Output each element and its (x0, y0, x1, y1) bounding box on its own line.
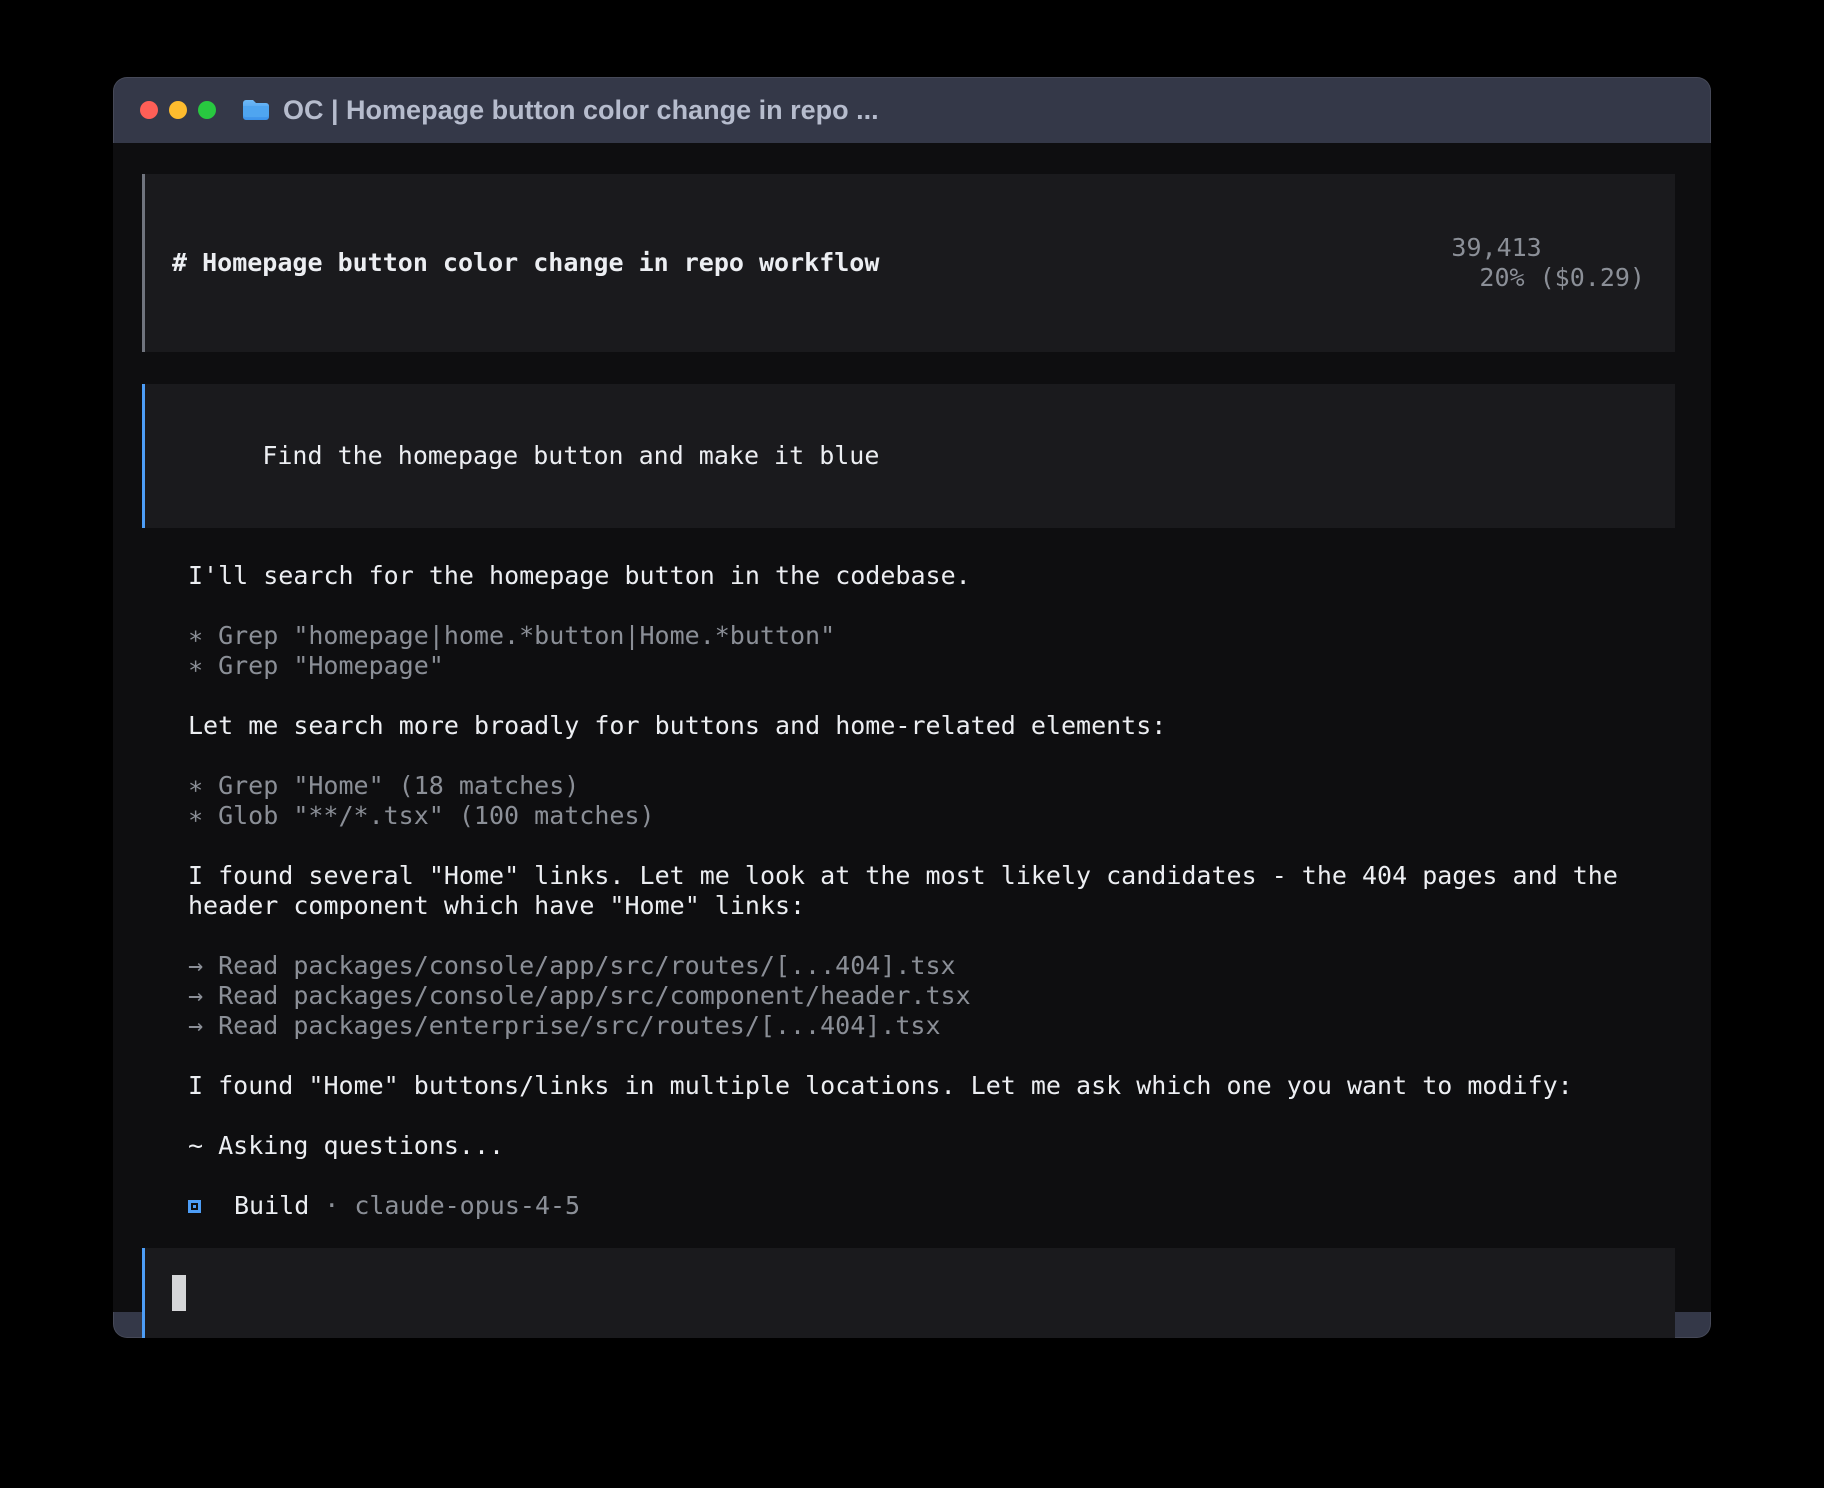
arrow-right-icon: → (188, 981, 203, 1010)
minimize-button[interactable] (169, 101, 187, 119)
tool-call-line: → Read packages/enterprise/src/routes/[..… (188, 1011, 1675, 1041)
assistant-paragraph: I found "Home" buttons/links in multiple… (188, 1071, 1675, 1101)
tool-call-group: → Read packages/console/app/src/routes/[.… (188, 951, 1675, 1041)
arrow-right-icon: → (188, 1011, 203, 1040)
tool-call-group: ∗ Grep "Home" (18 matches) ∗ Glob "**/*.ts… (188, 771, 1675, 831)
tool-call-text: Grep "homepage|home.*button|Home.*button… (218, 621, 835, 650)
build-agent-icon (188, 1200, 201, 1213)
assistant-paragraph: I'll search for the homepage button in t… (188, 561, 1675, 591)
asking-questions-line: ~ Asking questions... (188, 1131, 1675, 1161)
window-title: OC | Homepage button color change in rep… (283, 95, 879, 126)
arrow-right-icon: → (188, 951, 203, 980)
session-header: # Homepage button color change in repo w… (142, 174, 1675, 352)
terminal-window: OC | Homepage button color change in rep… (113, 77, 1711, 1338)
tool-call-text: Read packages/enterprise/src/routes/[...… (218, 1011, 940, 1040)
asterisk-icon: ∗ (188, 621, 203, 650)
tool-call-line: ∗ Glob "**/*.tsx" (100 matches) (188, 801, 1675, 831)
agent-model: claude-opus-4-5 (354, 1191, 580, 1221)
context-usage: 20% ($0.29) (1479, 263, 1645, 292)
assistant-text-line: I'll search for the homepage button in t… (188, 561, 1675, 591)
close-button[interactable] (140, 101, 158, 119)
session-title: # Homepage button color change in repo w… (172, 248, 879, 278)
folder-icon (241, 98, 271, 122)
session-meta: 39,413 20% ($0.29) (1331, 203, 1645, 323)
tool-call-line: → Read packages/console/app/src/component… (188, 981, 1675, 1011)
asterisk-icon: ∗ (188, 801, 203, 830)
terminal-content: # Homepage button color change in repo w… (113, 143, 1711, 1312)
user-message-text: Find the homepage button and make it blu… (262, 441, 879, 470)
tool-call-text: Grep "Home" (18 matches) (218, 771, 579, 800)
assistant-text-line: I found several "Home" links. Let me loo… (188, 861, 1675, 891)
tool-call-group: ∗ Grep "homepage|home.*button|Home.*butto… (188, 621, 1675, 681)
assistant-text-line: Let me search more broadly for buttons a… (188, 711, 1675, 741)
prompt-input[interactable]: Build Claude Opus 4.5 OpenCode Zen (142, 1248, 1675, 1338)
assistant-text-line: header component which have "Home" links… (188, 891, 1675, 921)
separator-dot: · (324, 1191, 339, 1221)
tool-call-line: ∗ Grep "Home" (18 matches) (188, 771, 1675, 801)
assistant-text-line: I found "Home" buttons/links in multiple… (188, 1071, 1675, 1101)
user-message: Find the homepage button and make it blu… (142, 384, 1675, 528)
tool-call-text: Read packages/console/app/src/component/… (218, 981, 971, 1010)
tool-call-text: Grep "Homepage" (218, 651, 444, 680)
token-count: 39,413 (1451, 233, 1541, 262)
asterisk-icon: ∗ (188, 771, 203, 800)
text-cursor (172, 1275, 186, 1311)
tool-call-text: Glob "**/*.tsx" (100 matches) (218, 801, 655, 830)
tool-call-text: Read packages/console/app/src/routes/[..… (218, 951, 956, 980)
assistant-paragraph: I found several "Home" links. Let me loo… (188, 861, 1675, 921)
assistant-response: I'll search for the homepage button in t… (188, 561, 1675, 1221)
asterisk-icon: ∗ (188, 651, 203, 680)
tool-call-line: ∗ Grep "Homepage" (188, 651, 1675, 681)
assistant-status: ~ Asking questions... (188, 1131, 1675, 1161)
assistant-paragraph: Let me search more broadly for buttons a… (188, 711, 1675, 741)
tool-call-line: → Read packages/console/app/src/routes/[.… (188, 951, 1675, 981)
tool-call-line: ∗ Grep "homepage|home.*button|Home.*butto… (188, 621, 1675, 651)
titlebar: OC | Homepage button color change in rep… (113, 77, 1711, 143)
agent-status-line: Build · claude-opus-4-5 (188, 1191, 1675, 1221)
agent-name: Build (234, 1191, 309, 1221)
zoom-button[interactable] (198, 101, 216, 119)
